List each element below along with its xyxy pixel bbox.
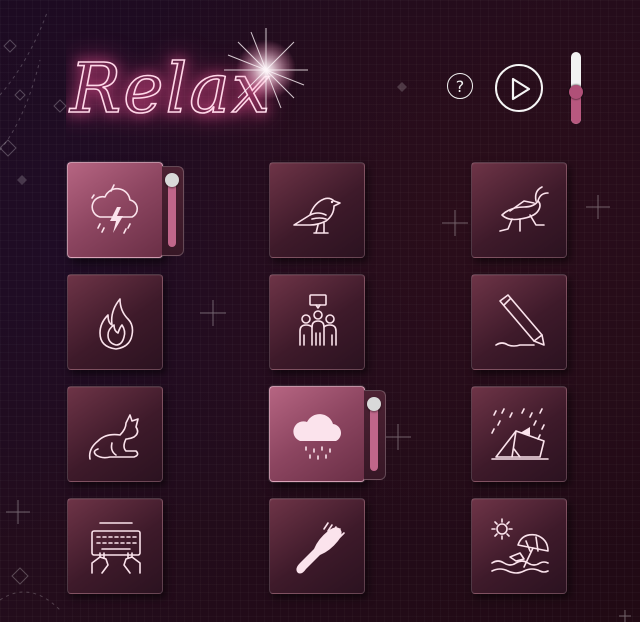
keyboard-icon [91, 522, 141, 574]
rain-volume-knob[interactable] [367, 397, 381, 411]
sound-writing[interactable] [471, 274, 567, 370]
thunderstorm-icon [91, 184, 138, 234]
cricket-icon [499, 186, 549, 232]
master-volume-knob[interactable] [569, 84, 583, 99]
help-label: ? [455, 76, 465, 96]
tent-rain-icon [491, 408, 549, 460]
thunderstorm-volume-slider[interactable] [162, 166, 184, 256]
play-button[interactable] [495, 64, 543, 112]
logo-sparkle [224, 28, 308, 112]
hairbrush-icon [296, 522, 345, 574]
rain-volume-slider[interactable] [364, 390, 386, 480]
pencil-icon [495, 294, 545, 347]
help-button[interactable]: ? [447, 73, 473, 99]
rain-cloud-icon [293, 414, 341, 460]
sound-tent-rain[interactable] [471, 386, 567, 482]
beach-icon [491, 518, 549, 574]
cat-icon [88, 414, 139, 460]
crowd-icon [299, 294, 337, 346]
sound-crowd[interactable] [269, 274, 365, 370]
master-volume-slider[interactable] [569, 52, 583, 124]
sound-cat[interactable] [67, 386, 163, 482]
sound-bird[interactable] [269, 162, 365, 258]
sound-thunderstorm[interactable] [67, 162, 163, 258]
sound-fire[interactable] [67, 274, 163, 370]
sound-beach[interactable] [471, 498, 567, 594]
sound-keyboard[interactable] [67, 498, 163, 594]
sound-cricket[interactable] [471, 162, 567, 258]
thunderstorm-volume-knob[interactable] [165, 173, 179, 187]
sound-hairbrush[interactable] [269, 498, 365, 594]
fire-icon [99, 298, 134, 350]
play-icon [511, 77, 531, 101]
bird-icon [293, 197, 341, 234]
sound-rain[interactable] [269, 386, 365, 482]
